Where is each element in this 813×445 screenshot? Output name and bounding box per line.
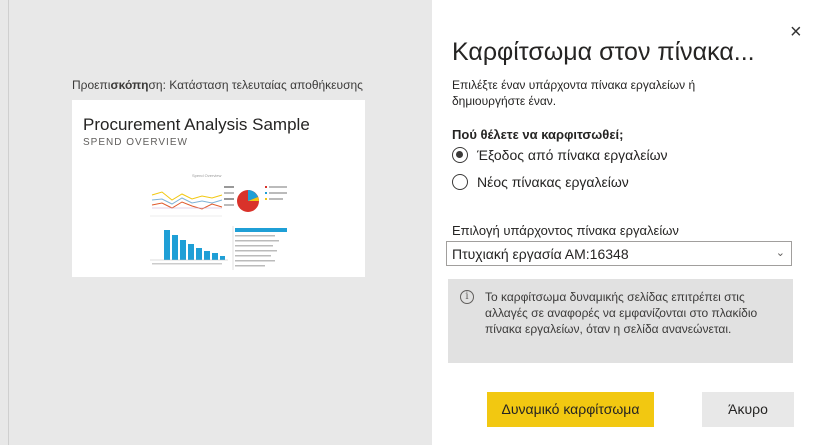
dialog-title: Καρφίτσωμα στον πίνακα...: [452, 38, 755, 66]
live-pin-button[interactable]: Δυναμικό καρφίτσωμα: [487, 392, 654, 427]
pin-dialog: × Καρφίτσωμα στον πίνακα... Επιλέξτε ένα…: [432, 0, 813, 445]
new-dashboard-option[interactable]: Νέος πίνακας εργαλείων: [452, 174, 629, 190]
pin-location-label: Πού θέλετε να καρφιτσωθεί;: [452, 127, 624, 142]
new-dashboard-option-label: Νέος πίνακας εργαλείων: [477, 174, 629, 190]
thumbnail-chart-caption: Spend Overview: [192, 173, 221, 178]
close-button[interactable]: ×: [790, 22, 802, 42]
dashboard-select-label: Επιλογή υπάρχοντος πίνακα εργαλείων: [452, 223, 679, 238]
info-message-text: Το καρφίτσωμα δυναμικής σελίδας επιτρέπε…: [485, 290, 758, 336]
existing-dashboard-option[interactable]: Έξοδος από πίνακα εργαλείων: [452, 147, 668, 163]
info-icon: i: [460, 290, 474, 304]
existing-dashboard-radio[interactable]: [452, 147, 468, 163]
dashboard-select-value: Πτυχιακή εργασία ΑΜ:16348: [452, 246, 629, 262]
new-dashboard-radio[interactable]: [452, 174, 468, 190]
chevron-down-icon: ⌄: [775, 247, 785, 259]
existing-dashboard-option-label: Έξοδος από πίνακα εργαλείων: [477, 147, 668, 163]
dashboard-select[interactable]: Πτυχιακή εργασία ΑΜ:16348 ⌄: [446, 241, 792, 266]
preview-label: Προεπισκόπηση: Κατάσταση τελευταίας αποθ…: [72, 78, 363, 92]
thumbnail-table: [232, 226, 287, 270]
thumbnail-bar-chart: [150, 230, 228, 265]
thumbnail-pie-chart: [237, 186, 287, 212]
cancel-button[interactable]: Άκυρο: [702, 392, 794, 427]
info-message: i Το καρφίτσωμα δυναμικής σελίδας επιτρέ…: [448, 279, 793, 363]
dialog-description: Επιλέξτε έναν υπάρχοντα πίνακα εργαλείων…: [452, 78, 696, 108]
report-thumbnail: Procurement Analysis Sample SPEND OVERVI…: [72, 100, 365, 277]
preview-pane: Προεπισκόπηση: Κατάσταση τελευταίας αποθ…: [0, 0, 432, 445]
thumbnail-visuals: Spend Overview: [150, 173, 287, 270]
thumbnail-line-chart: Spend Overview: [150, 173, 234, 217]
